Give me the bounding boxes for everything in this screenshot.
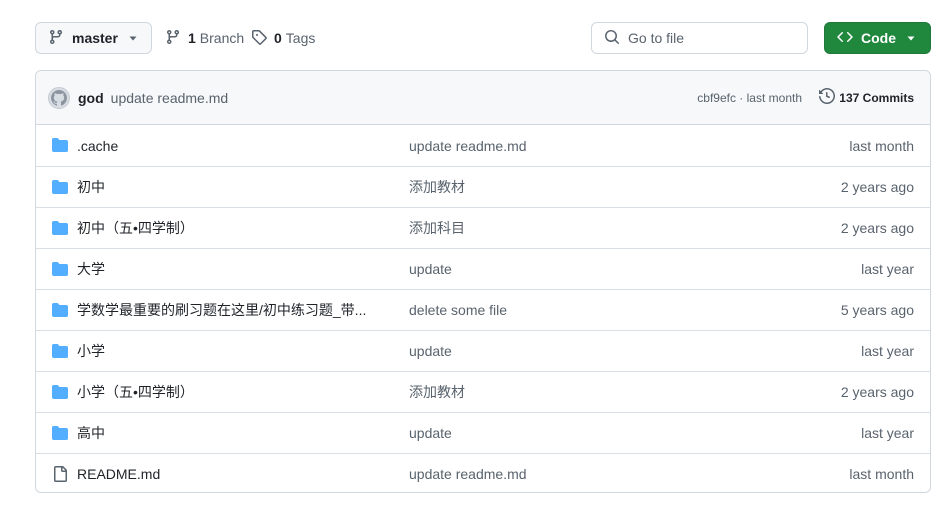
file-row[interactable]: 学数学最重要的刷习题在这里/初中练习题_带... delete some file… (36, 289, 930, 330)
file-name-link[interactable]: 学数学最重要的刷习题在这里/初中练习题_带... (77, 300, 366, 320)
file-name-link[interactable]: 高中 (77, 423, 105, 443)
file-commit-message[interactable]: 添加科目 (409, 218, 465, 238)
file-row[interactable]: README.md update readme.md last month (36, 453, 930, 492)
caret-down-icon (128, 30, 138, 46)
file-commit-message[interactable]: update (409, 425, 452, 441)
file-list: .cache update readme.md last month 初中 添加教材 2 … (36, 125, 930, 492)
tags-label: Tags (285, 30, 316, 46)
file-commit-age: 5 years ago (840, 302, 914, 318)
search-icon (604, 29, 620, 48)
commits-history-link[interactable]: 137 Commits (819, 87, 914, 107)
branches-count: 1 (188, 30, 196, 46)
branch-selector-button[interactable]: master (35, 22, 152, 54)
file-name-link[interactable]: 小学（五•四学制） (77, 382, 194, 402)
folder-icon (52, 220, 68, 236)
file-name-link[interactable]: 初中 (77, 177, 105, 197)
file-commit-age: last year (861, 343, 914, 359)
tags-count: 0 (274, 30, 282, 46)
file-commit-age: last month (849, 466, 914, 482)
branches-label: Branch (199, 30, 245, 46)
file-commit-age: 2 years ago (840, 179, 914, 195)
commit-message[interactable]: update readme.md (111, 90, 229, 106)
file-row[interactable]: 大学 update last year (36, 248, 930, 289)
file-commit-message[interactable]: update readme.md (409, 138, 527, 154)
file-icon (52, 466, 68, 482)
file-commit-age: last month (849, 137, 914, 154)
file-commit-message[interactable]: update (409, 261, 452, 277)
folder-icon (52, 384, 68, 400)
code-button[interactable]: Code (824, 22, 931, 54)
file-commit-age: last year (861, 425, 914, 441)
branch-name: master (72, 30, 118, 46)
latest-commit-bar: god update readme.md cbf9efc · last mont… (36, 71, 930, 125)
file-commit-message[interactable]: update (409, 343, 452, 359)
commits-count-label: 137 Commits (839, 90, 914, 105)
file-row[interactable]: 小学（五•四学制） 添加教材 2 years ago (36, 371, 930, 412)
file-row[interactable]: 初中（五•四学制） 添加科目 2 years ago (36, 207, 930, 248)
commit-author[interactable]: god (78, 90, 104, 106)
history-icon (819, 87, 836, 107)
file-name-link[interactable]: 大学 (77, 259, 105, 279)
folder-icon (52, 261, 68, 277)
branches-link[interactable]: 1 Branch (165, 22, 244, 54)
file-commit-message[interactable]: 添加教材 (409, 382, 465, 402)
file-commit-age: 2 years ago (840, 220, 914, 236)
caret-down-icon (906, 30, 916, 46)
git-branch-icon (48, 29, 64, 48)
tag-icon (251, 29, 267, 48)
file-browser: god update readme.md cbf9efc · last mont… (35, 70, 931, 493)
file-commit-age: 2 years ago (840, 384, 914, 400)
git-branch-icon (165, 29, 181, 48)
folder-icon (52, 137, 68, 153)
file-commit-age: last year (861, 261, 914, 277)
folder-icon (52, 302, 68, 318)
search-input[interactable] (628, 30, 798, 46)
file-row[interactable]: .cache update readme.md last month (36, 125, 930, 166)
file-commit-message[interactable]: 添加教材 (409, 177, 465, 197)
file-name-link[interactable]: .cache (77, 138, 118, 154)
tags-link[interactable]: 0 Tags (251, 22, 315, 54)
folder-icon (52, 343, 68, 359)
file-name-link[interactable]: README.md (77, 466, 160, 482)
file-commit-message[interactable]: delete some file (409, 302, 507, 318)
code-label: Code (861, 30, 896, 46)
repo-toolbar: master 1 Branch 0 Tags Code (35, 22, 931, 54)
go-to-file-search[interactable] (591, 22, 808, 54)
file-name-link[interactable]: 小学 (77, 341, 105, 361)
avatar[interactable] (48, 86, 70, 109)
file-name-link[interactable]: 初中（五•四学制） (77, 218, 194, 238)
file-row[interactable]: 初中 添加教材 2 years ago (36, 166, 930, 207)
file-row[interactable]: 小学 update last year (36, 330, 930, 371)
file-row[interactable]: 高中 update last year (36, 412, 930, 453)
commit-hash-time[interactable]: cbf9efc · last month (697, 91, 802, 105)
code-icon (837, 29, 853, 48)
folder-icon (52, 425, 68, 441)
folder-icon (52, 179, 68, 195)
file-commit-message[interactable]: update readme.md (409, 466, 527, 482)
